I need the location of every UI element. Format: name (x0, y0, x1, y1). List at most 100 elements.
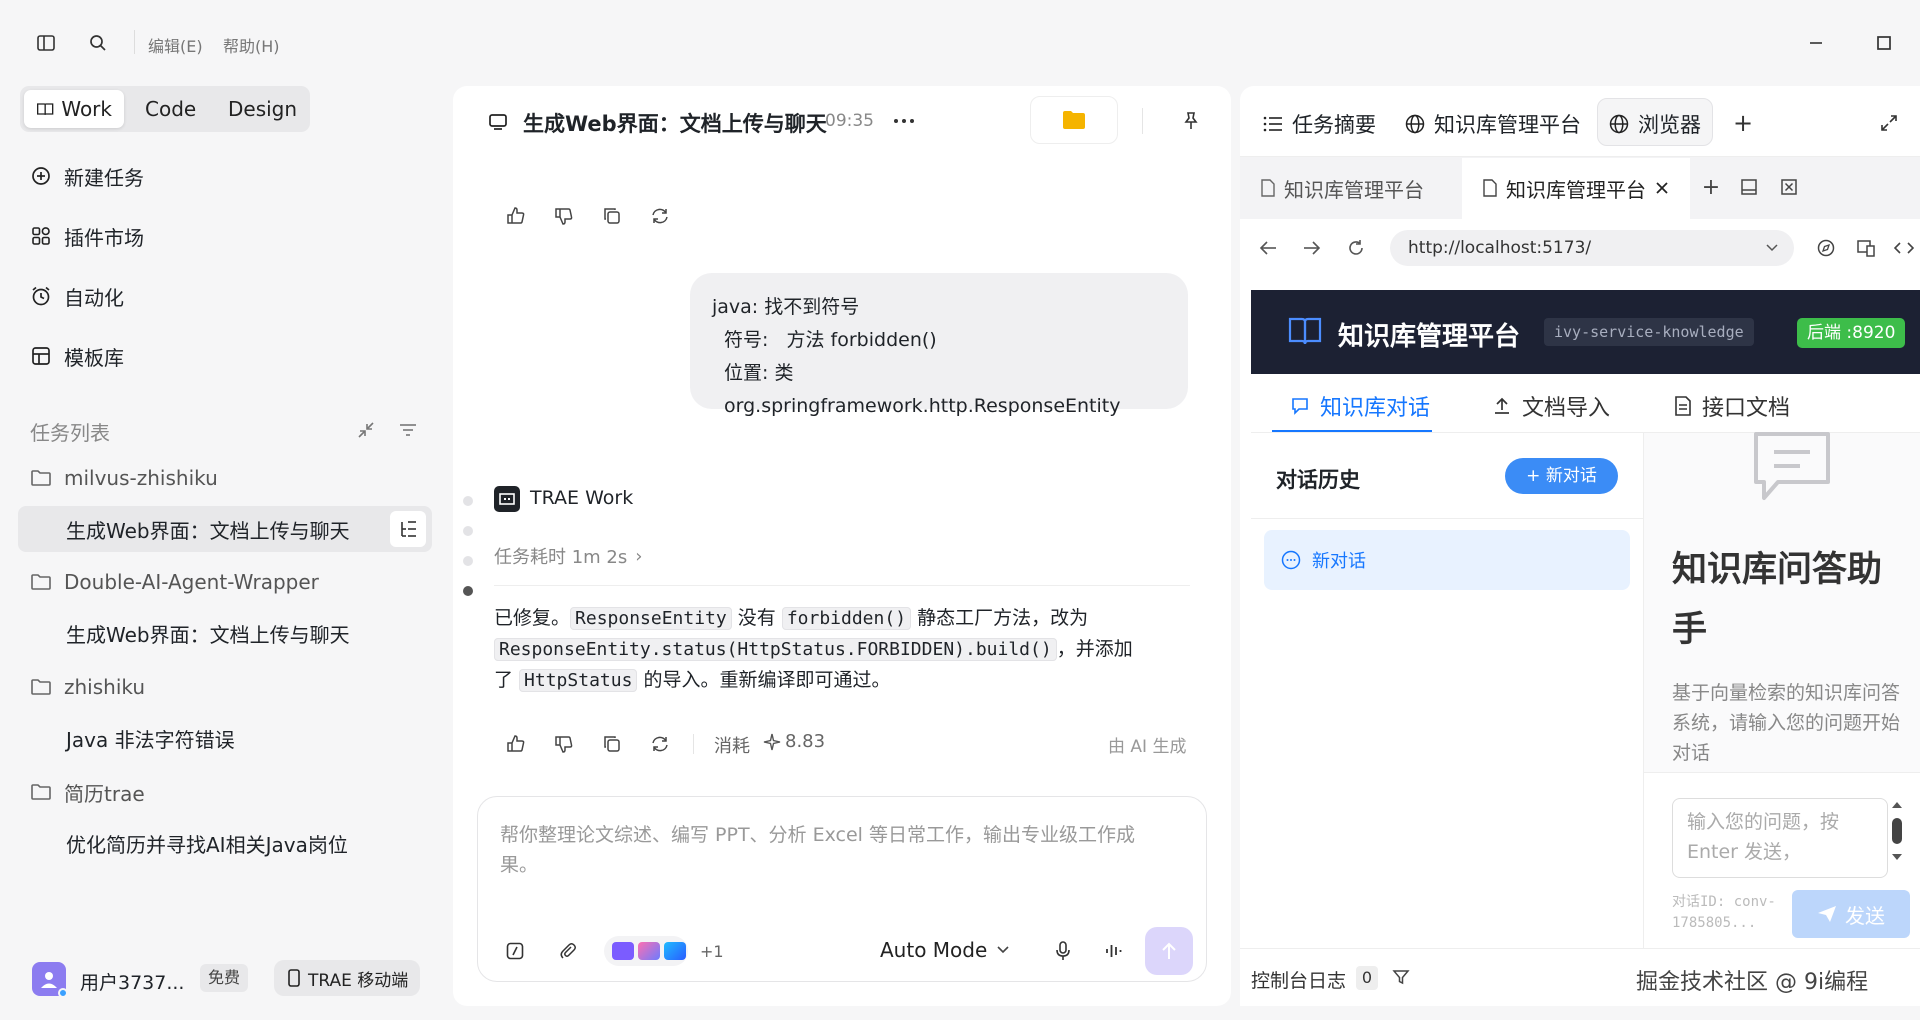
browser-tab-active[interactable]: 知识库管理平台 (1482, 170, 1646, 206)
expand-button[interactable] (1874, 108, 1904, 138)
history-divider (1251, 518, 1643, 519)
task-item[interactable]: Java 非法字符错误 (66, 722, 235, 754)
search-button[interactable] (80, 28, 116, 58)
minimize-button[interactable] (1798, 28, 1834, 58)
filter-button[interactable] (394, 416, 422, 444)
chat-input[interactable]: 帮你整理论文综述、编写 PPT、分析 Excel 等日常工作，输出专业级工作成果… (500, 820, 1166, 880)
kb-send-button[interactable]: 发送 (1792, 890, 1910, 938)
new-browser-tab-button[interactable]: + (1698, 174, 1724, 200)
like-button[interactable] (501, 729, 531, 759)
reload-icon (1349, 240, 1363, 255)
folder-milvus-zhishiku[interactable]: milvus-zhishiku (30, 462, 218, 494)
assistant-title: 知识库问答助手 (1672, 550, 1883, 650)
tab-kb-platform[interactable]: 知识库管理平台 (1404, 102, 1581, 146)
timeline-dot (463, 556, 473, 566)
user-status-dot (58, 988, 68, 998)
dislike-button[interactable] (549, 201, 579, 231)
menu-help[interactable]: 帮助(H) (223, 33, 280, 57)
microphone-button[interactable] (1048, 936, 1078, 966)
tools-group[interactable] (604, 936, 688, 966)
kb-tab-import[interactable]: 文档导入 (1492, 386, 1610, 426)
regenerate-button[interactable] (645, 729, 675, 759)
nav-plugins[interactable]: 插件市场 (30, 218, 144, 254)
compass-button[interactable] (1812, 234, 1840, 262)
close-all-tabs-button[interactable] (1776, 174, 1802, 200)
mode-switcher: Work Code Design (20, 86, 310, 132)
send-button[interactable] (1145, 927, 1193, 975)
voice-button[interactable] (1099, 936, 1129, 966)
url-bar[interactable]: http://localhost:5173/ (1390, 230, 1794, 266)
copy-button[interactable] (597, 201, 627, 231)
folder-zhishiku[interactable]: zhishiku (30, 671, 145, 703)
open-book-icon (1288, 317, 1322, 345)
nav-new-task-label: 新建任务 (64, 165, 144, 190)
task-item-active[interactable]: 生成Web界面：文档上传与聊天 (66, 513, 350, 545)
kb-tab-chat[interactable]: 知识库对话 (1290, 386, 1430, 426)
mode-code[interactable]: Code (145, 90, 196, 128)
task-duration[interactable]: 任务耗时 1m 2s › (494, 543, 642, 569)
kb-input-scrollbar[interactable] (1888, 800, 1906, 874)
console-log-label[interactable]: 控制台日志 (1251, 966, 1346, 993)
cost-label: 消耗 (714, 736, 750, 757)
history-item-active[interactable]: 新对话 (1264, 530, 1630, 590)
toggle-sidebar-button[interactable] (28, 28, 64, 58)
conversation-id: 对话ID: conv-1785805... (1672, 894, 1776, 931)
user-message-line: 符号: 方法 forbidden() (724, 329, 937, 351)
pin-button[interactable] (1176, 106, 1206, 136)
url-text: http://localhost:5173/ (1408, 238, 1592, 258)
close-tab-button[interactable] (1650, 176, 1674, 200)
mobile-app-button[interactable]: TRAE 移动端 (274, 960, 421, 996)
open-folder-button[interactable] (1030, 96, 1118, 144)
close-icon (1656, 182, 1668, 194)
new-chat-button[interactable]: + 新对话 (1505, 458, 1618, 494)
thumbs-up-icon (507, 207, 525, 224)
reload-button[interactable] (1342, 234, 1370, 262)
nav-templates[interactable]: 模板库 (30, 338, 124, 374)
like-button[interactable] (501, 201, 531, 231)
regenerate-button[interactable] (645, 201, 675, 231)
close-box-icon (1781, 179, 1797, 195)
tools-more-count[interactable]: +1 (700, 942, 724, 961)
timeline-dot-active (463, 586, 473, 596)
user-name[interactable]: 用户3737... (80, 968, 184, 995)
task-item[interactable]: 优化简历并寻找AI相关Java岗位 (66, 827, 348, 859)
task-outline-button[interactable] (390, 511, 426, 547)
nav-new-task[interactable]: 新建任务 (30, 158, 144, 194)
filter-lines-icon (400, 424, 416, 436)
copy-button[interactable] (597, 729, 627, 759)
mode-select[interactable]: Auto Mode (880, 938, 1009, 962)
menu-edit[interactable]: 编辑(E) (148, 33, 203, 57)
attach-button[interactable] (553, 936, 583, 966)
backend-status-badge: 后端 :8920 (1797, 318, 1906, 348)
kb-tab-chat-label: 知识库对话 (1320, 396, 1431, 421)
collapse-all-button[interactable] (352, 416, 380, 444)
folder-double-ai-agent-wrapper[interactable]: Double-AI-Agent-Wrapper (30, 566, 319, 598)
device-toggle-button[interactable] (1852, 234, 1880, 262)
maximize-button[interactable] (1866, 28, 1902, 58)
mode-design[interactable]: Design (228, 90, 297, 128)
task-item[interactable]: 生成Web界面：文档上传与聊天 (66, 617, 350, 649)
back-button[interactable] (1254, 234, 1282, 262)
kb-tab-api[interactable]: 接口文档 (1674, 386, 1790, 426)
forward-button[interactable] (1298, 234, 1326, 262)
url-dropdown-button[interactable] (1762, 238, 1782, 258)
mode-work[interactable]: Work (24, 90, 124, 128)
compass-icon (1817, 239, 1835, 257)
nav-automation[interactable]: 自动化 (30, 278, 124, 314)
chat-bubble-icon (1281, 550, 1301, 570)
more-options-button[interactable] (888, 106, 920, 136)
dislike-button[interactable] (549, 729, 579, 759)
browser-tab[interactable]: 知识库管理平台 (1260, 170, 1424, 206)
kb-question-input[interactable]: 输入您的问题，按 Enter 发送， (1672, 798, 1888, 878)
add-tab-button[interactable]: + (1728, 108, 1758, 138)
devtools-button[interactable] (1890, 234, 1918, 262)
folder-resume-trae[interactable]: 简历trae (30, 776, 145, 808)
waveform-icon (1106, 945, 1122, 957)
tab-browser[interactable]: 浏览器 (1608, 102, 1701, 146)
devices-icon (1857, 240, 1875, 257)
layout-button[interactable] (1736, 174, 1762, 200)
slash-command-button[interactable] (500, 936, 530, 966)
tab-task-summary[interactable]: 任务摘要 (1262, 102, 1376, 146)
tab-task-summary-label: 任务摘要 (1292, 113, 1376, 137)
console-filter-button[interactable] (1388, 964, 1414, 990)
